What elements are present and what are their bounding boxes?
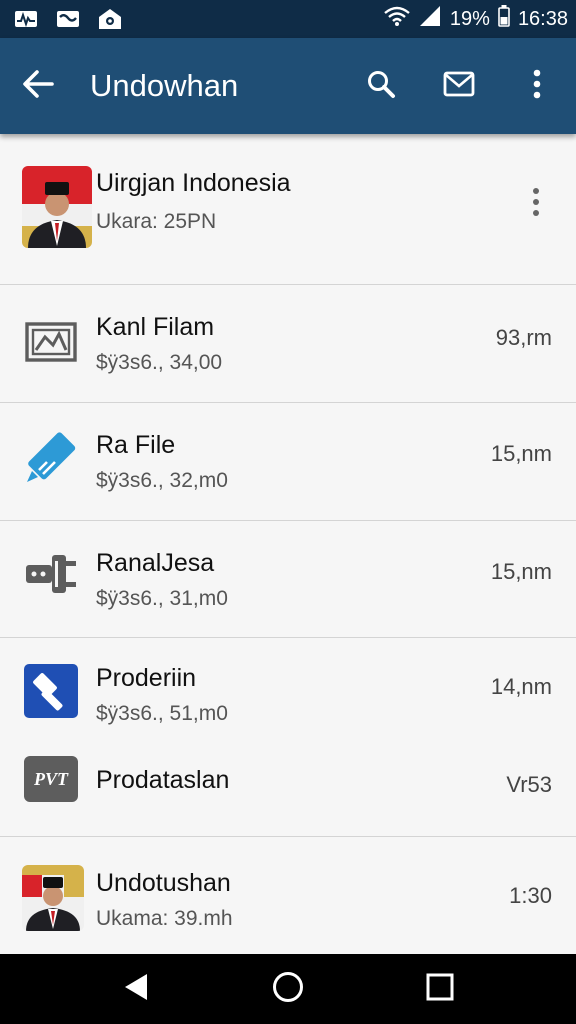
app-title: Undowhan: [90, 68, 239, 103]
item-meta: 93,rm: [495, 325, 552, 350]
pen-icon: [24, 431, 78, 485]
item-meta: 15,nm: [490, 441, 552, 466]
triangle-back-icon: [123, 973, 149, 1006]
list-item[interactable]: RanalJesa $ÿ3s6., 31,m0 15,nm: [0, 521, 576, 637]
image-frame-icon: [24, 315, 78, 369]
item-list: Uirgjan Indonesia Ukara: 25PN Kanl Filam…: [0, 134, 576, 954]
item-title: Kanl Filam: [96, 313, 215, 341]
wifi-icon: [384, 6, 410, 32]
list-item[interactable]: Ra File $ÿ3s6., 32,m0 15,nm: [0, 403, 576, 520]
battery-percent: 19%: [449, 7, 490, 30]
pulse-icon: [14, 9, 38, 29]
item-meta: 14,nm: [490, 674, 552, 699]
nav-home-button[interactable]: [256, 957, 320, 1021]
signal-icon: [418, 5, 442, 33]
pvt-logo-icon: PVT: [24, 756, 78, 802]
plug-icon: [24, 547, 78, 601]
square-recents-icon: [426, 973, 454, 1006]
item-subtitle: Ukara: 25PN: [96, 210, 217, 233]
pvt-logo-text: PVT: [34, 768, 68, 789]
item-meta: 1:30: [509, 883, 552, 908]
item-subtitle: $ÿ3s6., 34,00: [96, 351, 223, 374]
search-button[interactable]: [342, 38, 420, 134]
list-item[interactable]: PVT Prodataslan Vr53: [0, 738, 576, 836]
item-subtitle: $ÿ3s6., 51,m0: [96, 702, 228, 725]
item-title: Prodataslan: [96, 766, 230, 794]
item-title: Proderiin: [96, 664, 197, 692]
list-item[interactable]: Uirgjan Indonesia Ukara: 25PN: [0, 134, 576, 284]
app-bar: Undowhan: [0, 38, 576, 134]
item-title: Ra File: [96, 431, 176, 459]
item-meta: 15,nm: [490, 559, 552, 584]
more-icon: [532, 187, 540, 222]
item-subtitle: Ukama: 39.mh: [96, 907, 233, 930]
item-title: Uirgjan Indonesia: [96, 169, 291, 197]
mail-icon: [56, 9, 80, 29]
battery-icon: [498, 5, 510, 33]
avatar: [22, 865, 84, 931]
nav-back-button[interactable]: [104, 957, 168, 1021]
item-title: Undotushan: [96, 869, 231, 897]
shield-icon: [98, 9, 122, 29]
circle-home-icon: [272, 971, 304, 1008]
list-item[interactable]: Proderiin $ÿ3s6., 51,m0 14,nm: [0, 638, 576, 738]
list-item[interactable]: Kanl Filam $ÿ3s6., 34,00 93,rm: [0, 285, 576, 402]
list-item[interactable]: Undotushan Ukama: 39.mh 1:30: [0, 837, 576, 954]
item-subtitle: $ÿ3s6., 32,m0: [96, 469, 228, 492]
mail-button[interactable]: [420, 38, 498, 134]
hammer-icon: [24, 664, 78, 718]
item-menu-button[interactable]: [516, 180, 556, 228]
avatar: [22, 166, 92, 248]
system-nav-bar: [0, 954, 576, 1024]
item-meta: Vr53: [506, 772, 552, 797]
more-icon: [533, 69, 541, 104]
status-bar: 19% 16:38: [0, 0, 576, 38]
arrow-left-icon: [22, 69, 54, 104]
back-button[interactable]: [0, 38, 76, 134]
overflow-menu-button[interactable]: [498, 38, 576, 134]
item-subtitle: $ÿ3s6., 31,m0: [96, 587, 228, 610]
item-title: RanalJesa: [96, 549, 215, 577]
search-icon: [366, 69, 396, 104]
nav-recents-button[interactable]: [408, 957, 472, 1021]
clock: 16:38: [517, 7, 568, 30]
mail-icon: [443, 71, 475, 102]
